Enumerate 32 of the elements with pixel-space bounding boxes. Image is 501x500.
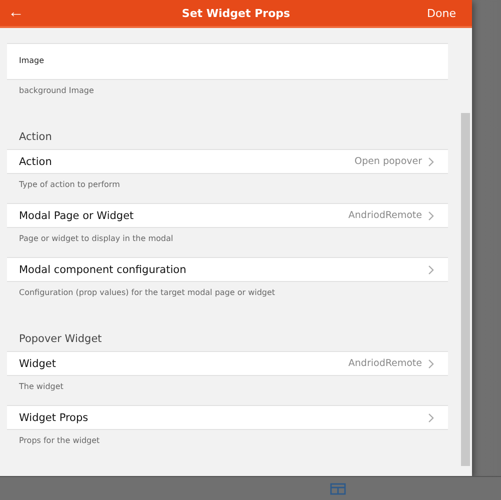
row-label: Modal component configuration	[19, 264, 186, 276]
row-label: Modal Page or Widget	[19, 210, 134, 222]
row-description: The widget	[18, 381, 64, 393]
row-description: Type of action to perform	[18, 179, 121, 191]
row-value: AndriodRemote	[348, 358, 422, 369]
field-description: background Image	[18, 85, 95, 97]
row-value: Open popover	[354, 156, 422, 167]
row-description: Props for the widget	[18, 435, 101, 447]
section-title: Action	[18, 130, 53, 145]
setting-row[interactable]: Modal Page or Widget AndriodRemote	[7, 203, 448, 228]
row-label: Action	[19, 156, 52, 168]
image-field[interactable]: Image	[7, 43, 448, 80]
setting-row[interactable]: Modal component configuration	[7, 257, 448, 282]
setting-row[interactable]: Widget Props	[7, 405, 448, 430]
back-button[interactable]: ←	[0, 4, 32, 22]
row-description: Configuration (prop values) for the target modal page or widget	[18, 287, 276, 299]
section-title: Popover Widget	[18, 332, 103, 347]
done-button[interactable]: Done	[421, 6, 462, 20]
row-description: Page or widget to display in the modal	[18, 233, 174, 245]
layout-icon[interactable]	[330, 482, 346, 494]
scrollbar[interactable]	[461, 113, 470, 466]
chevron-icon	[428, 210, 434, 220]
chevron-icon	[428, 156, 434, 166]
chevron-icon	[428, 264, 434, 274]
row-label: Widget Props	[19, 412, 88, 424]
row-value: AndriodRemote	[348, 210, 422, 221]
setting-row[interactable]: Action Open popover	[7, 149, 448, 174]
dialog-title: Set Widget Props	[182, 6, 290, 20]
chevron-icon	[428, 358, 434, 368]
chevron-icon	[428, 412, 434, 422]
setting-row[interactable]: Widget AndriodRemote	[7, 351, 448, 376]
row-label: Widget	[19, 358, 56, 370]
